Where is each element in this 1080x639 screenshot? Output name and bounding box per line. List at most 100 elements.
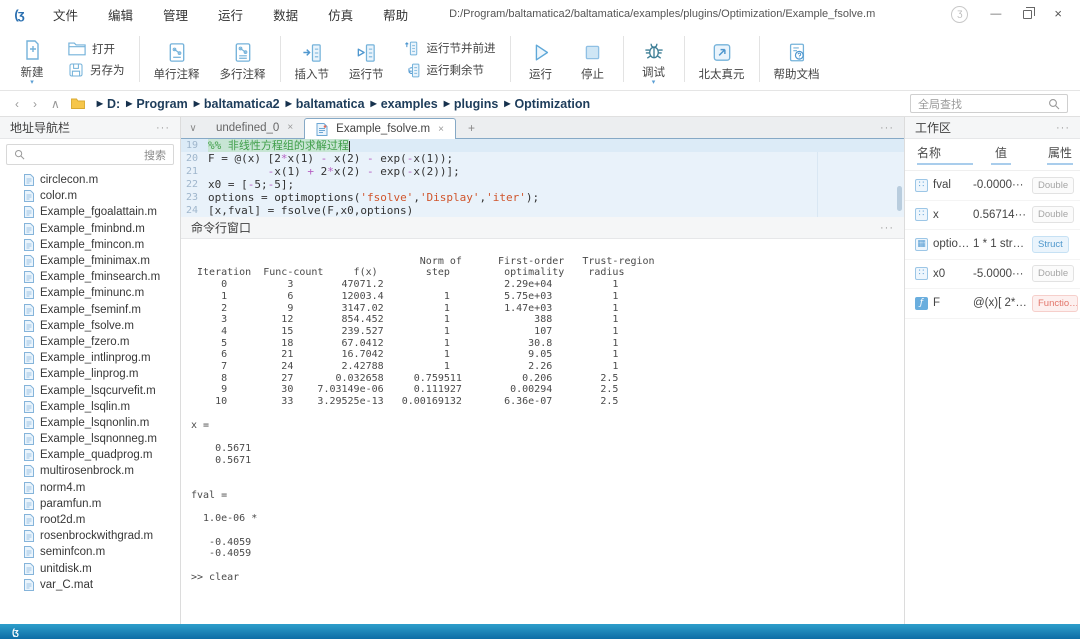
save-as-button[interactable]: 另存为 — [68, 62, 125, 78]
code-line[interactable]: 19 %% 非线性方程组的求解过程 — [181, 139, 904, 152]
open-button[interactable]: 打开 — [68, 41, 125, 57]
file-list-item[interactable]: Example_lsqnonlin.m — [0, 415, 180, 431]
file-list-item[interactable]: Example_fminbnd.m — [0, 221, 180, 237]
tab-close-icon[interactable]: × — [438, 124, 444, 135]
file-list-item[interactable]: Example_fgoalattain.m — [0, 204, 180, 220]
file-list-item[interactable]: Example_fminimax.m — [0, 253, 180, 269]
new-file-icon — [20, 36, 44, 62]
file-list-item[interactable]: color.m — [0, 188, 180, 204]
insert-section-button[interactable]: 插入节 — [285, 36, 340, 82]
breadcrumb-item[interactable]: ▶ plugins — [444, 97, 499, 111]
global-search-input[interactable]: 全局查找 — [910, 94, 1068, 113]
file-list-item[interactable]: Example_linprog.m — [0, 366, 180, 382]
tab-undefined-0[interactable]: undefined_0 × — [205, 117, 304, 138]
nav-forward-icon[interactable]: › — [26, 97, 44, 111]
menu-item[interactable]: 帮助 — [368, 5, 423, 24]
menu-item[interactable]: 仿真 — [313, 5, 368, 24]
code-editor[interactable]: 19 %% 非线性方程组的求解过程 20 F = @(x) [2*x(1) - … — [181, 139, 904, 217]
file-list-item[interactable]: multirosenbrock.m — [0, 463, 180, 479]
file-list-item[interactable]: norm4.m — [0, 480, 180, 496]
about-logo-icon[interactable]: ʒ — [951, 6, 968, 23]
debug-button[interactable]: 调试 ▾ — [628, 34, 680, 85]
sidebar-menu-icon[interactable]: ··· — [156, 122, 170, 134]
code-line[interactable]: 20 F = @(x) [2*x(1) - x(2) - exp(-x(1)); — [181, 152, 904, 165]
breadcrumb-item[interactable]: ▶ baltamatica2 — [194, 97, 280, 111]
code-token: 'Display' — [420, 191, 480, 204]
command-window[interactable]: Norm of First-order Trust-region Iterati… — [181, 239, 904, 624]
column-name[interactable]: 名称 — [917, 144, 973, 165]
file-list-item[interactable]: paramfun.m — [0, 496, 180, 512]
help-doc-button[interactable]: 帮助文档 — [764, 36, 830, 82]
address-sidebar: 地址导航栏 ··· 搜索 circlecon.m color.m Example… — [0, 117, 181, 624]
code-line[interactable]: 21 -x(1) + 2*x(2) - exp(-x(2))]; — [181, 165, 904, 178]
variable-value: 0.56714··· — [973, 209, 1029, 221]
tab-list-chevron-icon[interactable]: ∨ — [181, 123, 205, 138]
menu-item[interactable]: 管理 — [148, 5, 203, 24]
tab-example-fsolve[interactable]: Example_fsolve.m × — [304, 118, 456, 139]
file-list-item[interactable]: root2d.m — [0, 512, 180, 528]
sidebar-search-button[interactable]: 搜索 — [144, 147, 166, 163]
search-icon — [1048, 98, 1060, 110]
run-section-button[interactable]: 运行节 — [339, 36, 394, 82]
menu-item[interactable]: 文件 — [38, 5, 93, 24]
stop-button[interactable]: 停止 — [567, 36, 619, 82]
editor-menu-icon[interactable]: ··· — [880, 122, 894, 134]
breadcrumb-item[interactable]: ▶ baltamatica — [286, 97, 365, 111]
workspace-variable-row[interactable]: ∷ x0 -5.0000··· Double — [905, 260, 1080, 290]
file-list-item[interactable]: Example_intlinprog.m — [0, 350, 180, 366]
m-file-icon — [24, 352, 34, 364]
code-line[interactable]: 24 [x,fval] = fsolve(F,x0,options) — [181, 204, 904, 217]
restore-icon[interactable] — [1023, 10, 1032, 19]
run-remaining-button[interactable]: 运行剩余节 — [404, 62, 496, 79]
file-list-item[interactable]: Example_fminunc.m — [0, 285, 180, 301]
sidebar-search-input[interactable]: 搜索 — [6, 144, 174, 165]
run-section-advance-icon — [404, 40, 421, 57]
breadcrumb-item[interactable]: ▶ Optimization — [504, 97, 590, 111]
workspace-variable-row[interactable]: ∷ fval -0.0000··· Double — [905, 171, 1080, 201]
file-list-item[interactable]: Example_fseminf.m — [0, 302, 180, 318]
file-list-item[interactable]: var_C.mat — [0, 577, 180, 593]
tab-close-icon[interactable]: × — [287, 122, 293, 133]
menu-item[interactable]: 编辑 — [93, 5, 148, 24]
file-list-item[interactable]: Example_lsqcurvefit.m — [0, 382, 180, 398]
file-list-item[interactable]: Example_lsqlin.m — [0, 399, 180, 415]
workspace-variable-row[interactable]: ▦ optio… 1 * 1 str… Struct — [905, 230, 1080, 260]
baltamatica-button[interactable]: 北太真元 — [689, 36, 755, 82]
breadcrumb-item[interactable]: ▶ Program — [126, 97, 188, 111]
file-list-item[interactable]: Example_lsqnonneg.m — [0, 431, 180, 447]
console-output[interactable]: Norm of First-order Trust-region Iterati… — [181, 239, 904, 583]
multi-comment-button[interactable]: 多行注释 — [210, 36, 276, 82]
run-button[interactable]: 运行 — [515, 36, 567, 82]
file-list-item[interactable]: Example_fmincon.m — [0, 237, 180, 253]
run-remaining-label: 运行剩余节 — [427, 62, 485, 78]
single-comment-button[interactable]: 单行注释 — [144, 36, 210, 82]
menu-item[interactable]: 数据 — [258, 5, 313, 24]
breadcrumb-item[interactable]: ▶ examples — [371, 97, 438, 111]
file-list-item[interactable]: unitdisk.m — [0, 561, 180, 577]
code-text: x0 = [-5;-5]; — [208, 178, 294, 191]
console-menu-icon[interactable]: ··· — [880, 222, 894, 234]
file-list-item[interactable]: circlecon.m — [0, 172, 180, 188]
minimize-icon[interactable]: — — [990, 9, 1001, 19]
workspace-variable-row[interactable]: ƒ F @(x)[ 2*… Functio… — [905, 289, 1080, 319]
file-list-item[interactable]: Example_fminsearch.m — [0, 269, 180, 285]
nav-up-icon[interactable]: ∧ — [44, 97, 67, 111]
workspace-variable-row[interactable]: ∷ x 0.56714··· Double — [905, 201, 1080, 231]
close-icon[interactable]: × — [1054, 8, 1062, 20]
file-list-item[interactable]: Example_quadprog.m — [0, 447, 180, 463]
column-attr[interactable]: 属性 — [1047, 144, 1073, 165]
code-line[interactable]: 22 x0 = [-5;-5]; — [181, 178, 904, 191]
code-line[interactable]: 23 options = optimoptions('fsolve','Disp… — [181, 191, 904, 204]
file-list-item[interactable]: Example_fzero.m — [0, 334, 180, 350]
new-tab-icon[interactable]: + — [456, 121, 487, 138]
nav-back-icon[interactable]: ‹ — [8, 97, 26, 111]
workspace-menu-icon[interactable]: ··· — [1056, 122, 1070, 134]
file-list-item[interactable]: rosenbrockwithgrad.m — [0, 528, 180, 544]
file-list-item[interactable]: seminfcon.m — [0, 544, 180, 560]
menu-item[interactable]: 运行 — [203, 5, 258, 24]
file-list-item[interactable]: Example_fsolve.m — [0, 318, 180, 334]
new-file-button[interactable]: 新建 ▾ — [6, 34, 58, 85]
run-section-advance-button[interactable]: 运行节并前进 — [404, 40, 496, 57]
breadcrumb-item[interactable]: ▶ D: — [97, 97, 120, 111]
column-value[interactable]: 值 — [991, 144, 1011, 165]
